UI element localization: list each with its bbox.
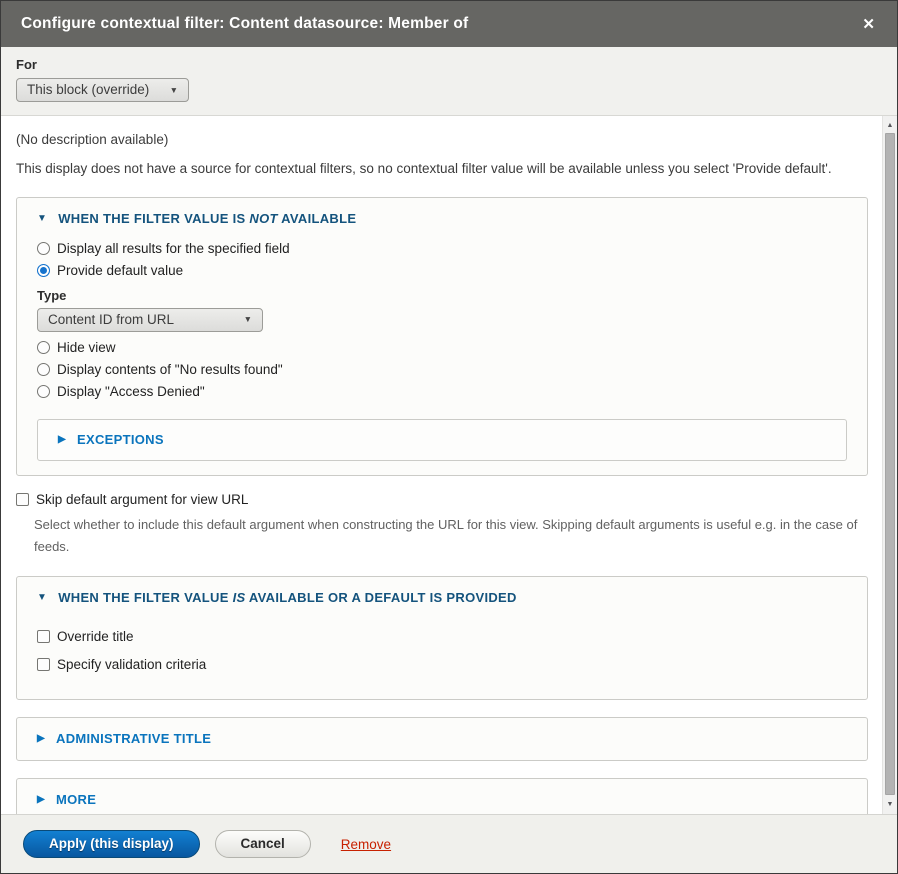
type-select[interactable]: Content ID from URL ▼ [37,308,263,332]
legend-text: ADMINISTRATIVE TITLE [56,731,211,746]
checkbox-label: Override title [57,629,134,644]
type-select-value: Content ID from URL [48,312,174,327]
modal-title: Configure contextual filter: Content dat… [21,15,860,33]
radio-row-display-all: Display all results for the specified fi… [37,241,847,256]
radio-row-access-denied: Display "Access Denied" [37,384,847,399]
collapse-triangle-icon: ▼ [37,213,47,224]
fieldset-available: ▼ WHEN THE FILTER VALUE IS AVAILABLE OR … [16,576,868,700]
legend-text: WHEN THE FILTER VALUE IS NOT AVAILABLE [58,211,356,226]
checkbox-specify-validation[interactable] [37,658,50,671]
checkbox-label: Specify validation criteria [57,657,206,672]
for-label: For [16,57,877,72]
fieldset-more-legend[interactable]: ▶ MORE [37,792,847,807]
checkbox-skip-default[interactable] [16,493,29,506]
close-icon[interactable]: ✕ [860,13,877,36]
radio-display-all[interactable] [37,242,50,255]
scroll-down-icon[interactable]: ▼ [883,797,897,812]
chevron-down-icon: ▼ [170,85,178,95]
remove-link[interactable]: Remove [341,837,391,852]
legend-text: EXCEPTIONS [77,432,164,447]
modal-footer: Apply (this display) Cancel Remove [1,814,897,873]
scroll-up-icon[interactable]: ▲ [883,118,897,133]
for-section: For This block (override) ▼ [1,47,897,116]
checkbox-row-validation: Specify validation criteria [37,657,847,672]
legend-text: MORE [56,792,96,807]
legend-text: WHEN THE FILTER VALUE IS AVAILABLE OR A … [58,590,517,605]
radio-row-no-results: Display contents of "No results found" [37,362,847,377]
radio-label: Display all results for the specified fi… [57,241,290,256]
modal-body: (No description available) This display … [1,116,897,814]
radio-label: Display "Access Denied" [57,384,205,399]
modal-body-content: (No description available) This display … [1,116,882,814]
radio-row-hide-view: Hide view [37,340,847,355]
apply-button[interactable]: Apply (this display) [23,830,200,858]
fieldset-available-legend[interactable]: ▼ WHEN THE FILTER VALUE IS AVAILABLE OR … [37,590,847,605]
configure-contextual-filter-modal: Configure contextual filter: Content dat… [0,0,898,874]
no-description-text: (No description available) [16,130,868,150]
collapse-triangle-icon: ▼ [37,592,47,603]
radio-access-denied[interactable] [37,385,50,398]
scrollbar-thumb[interactable] [885,133,895,795]
checkbox-label: Skip default argument for view URL [36,492,248,507]
for-select-value: This block (override) [27,82,149,97]
radio-provide-default[interactable] [37,264,50,277]
fieldset-not-available: ▼ WHEN THE FILTER VALUE IS NOT AVAILABLE… [16,197,868,476]
radio-no-results[interactable] [37,363,50,376]
fieldset-more: ▶ MORE [16,778,868,814]
skip-default-description: Select whether to include this default a… [34,514,862,560]
checkbox-row-override-title: Override title [37,629,847,644]
scrollbar[interactable]: ▲ ▼ [882,116,897,814]
radio-label: Hide view [57,340,116,355]
radio-row-provide-default: Provide default value [37,263,847,278]
fieldset-exceptions: ▶ EXCEPTIONS [37,419,847,461]
fieldset-not-available-legend[interactable]: ▼ WHEN THE FILTER VALUE IS NOT AVAILABLE [37,211,847,226]
skip-default-row: Skip default argument for view URL [16,492,868,507]
expand-triangle-icon: ▶ [58,434,66,445]
radio-hide-view[interactable] [37,341,50,354]
expand-triangle-icon: ▶ [37,794,45,805]
notice-text: This display does not have a source for … [16,159,868,179]
checkbox-override-title[interactable] [37,630,50,643]
type-label: Type [37,288,847,303]
fieldset-administrative-title-legend[interactable]: ▶ ADMINISTRATIVE TITLE [37,731,847,746]
modal-titlebar: Configure contextual filter: Content dat… [1,1,897,47]
radio-label: Display contents of "No results found" [57,362,283,377]
for-select[interactable]: This block (override) ▼ [16,78,189,102]
cancel-button[interactable]: Cancel [215,830,311,858]
expand-triangle-icon: ▶ [37,733,45,744]
fieldset-administrative-title: ▶ ADMINISTRATIVE TITLE [16,717,868,761]
chevron-down-icon: ▼ [244,314,252,324]
fieldset-exceptions-legend[interactable]: ▶ EXCEPTIONS [58,432,826,447]
radio-label: Provide default value [57,263,183,278]
